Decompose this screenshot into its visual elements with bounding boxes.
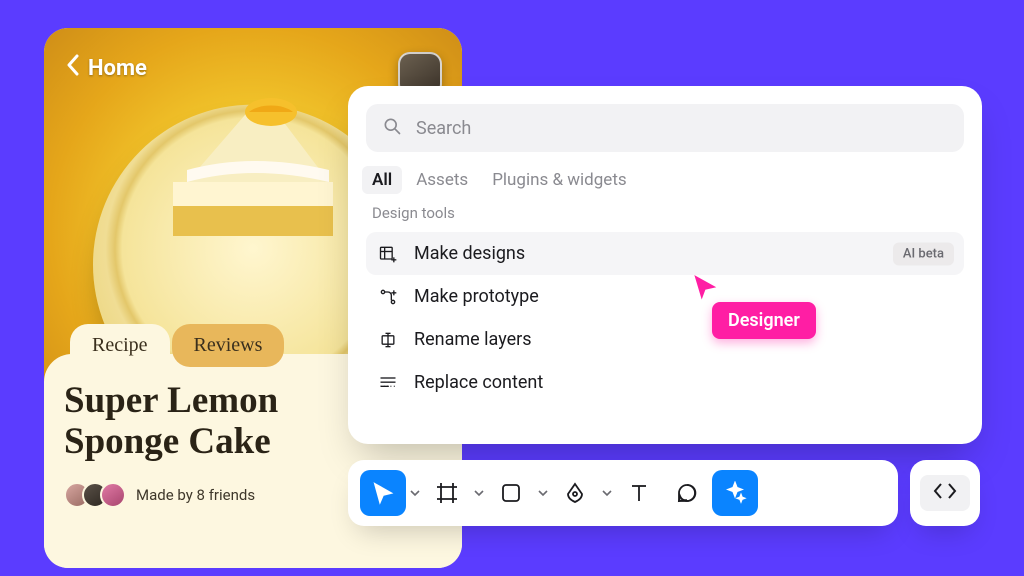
dev-mode-button[interactable] [910,460,980,526]
tool-shape-caret[interactable] [536,470,550,516]
action-label: Replace content [414,372,543,393]
tab-recipe[interactable]: Recipe [70,324,170,367]
tool-frame[interactable] [424,470,470,516]
action-label: Rename layers [414,329,532,350]
search-icon [382,116,402,141]
actions-panel: Search All Assets Plugins & widgets Desi… [348,86,982,444]
tool-move-caret[interactable] [408,470,422,516]
section-label: Design tools [366,200,964,228]
tool-shape[interactable] [488,470,534,516]
chevron-left-icon [66,54,80,82]
filter-tab-plugins[interactable]: Plugins & widgets [492,170,626,190]
tool-text[interactable] [616,470,662,516]
rename-layers-icon [378,330,398,350]
filter-tab-assets[interactable]: Assets [416,170,468,190]
tool-pen-caret[interactable] [600,470,614,516]
filter-tab-all[interactable]: All [362,166,402,194]
tool-move[interactable] [360,470,406,516]
back-home-button[interactable]: Home [66,54,147,82]
ai-beta-badge: AI beta [893,242,954,265]
back-label: Home [88,56,147,81]
action-label: Make prototype [414,286,539,307]
design-toolbar [348,460,898,526]
action-label: Make designs [414,243,525,264]
search-placeholder: Search [416,118,471,139]
action-rename-layers[interactable]: Rename layers [366,318,964,361]
action-make-prototype[interactable]: Make prototype [366,275,964,318]
make-designs-icon [378,244,398,264]
tool-frame-caret[interactable] [472,470,486,516]
friend-avatars [64,482,126,508]
make-prototype-icon [378,287,398,307]
action-replace-content[interactable]: Replace content [366,361,964,404]
tab-reviews[interactable]: Reviews [172,324,285,367]
action-make-designs[interactable]: Make designs AI beta [366,232,964,275]
tool-ai[interactable] [712,470,758,516]
code-icon [932,481,958,505]
collaborator-label: Designer [712,302,816,339]
action-list: Make designs AI beta Make prototype Rena… [366,232,964,404]
made-by-text: Made by 8 friends [136,486,255,504]
replace-content-icon [378,373,398,393]
collaborator-cursor-icon [692,274,718,300]
search-input[interactable]: Search [366,104,964,152]
filter-tabs: All Assets Plugins & widgets [366,152,964,200]
tool-pen[interactable] [552,470,598,516]
tool-comment[interactable] [664,470,710,516]
